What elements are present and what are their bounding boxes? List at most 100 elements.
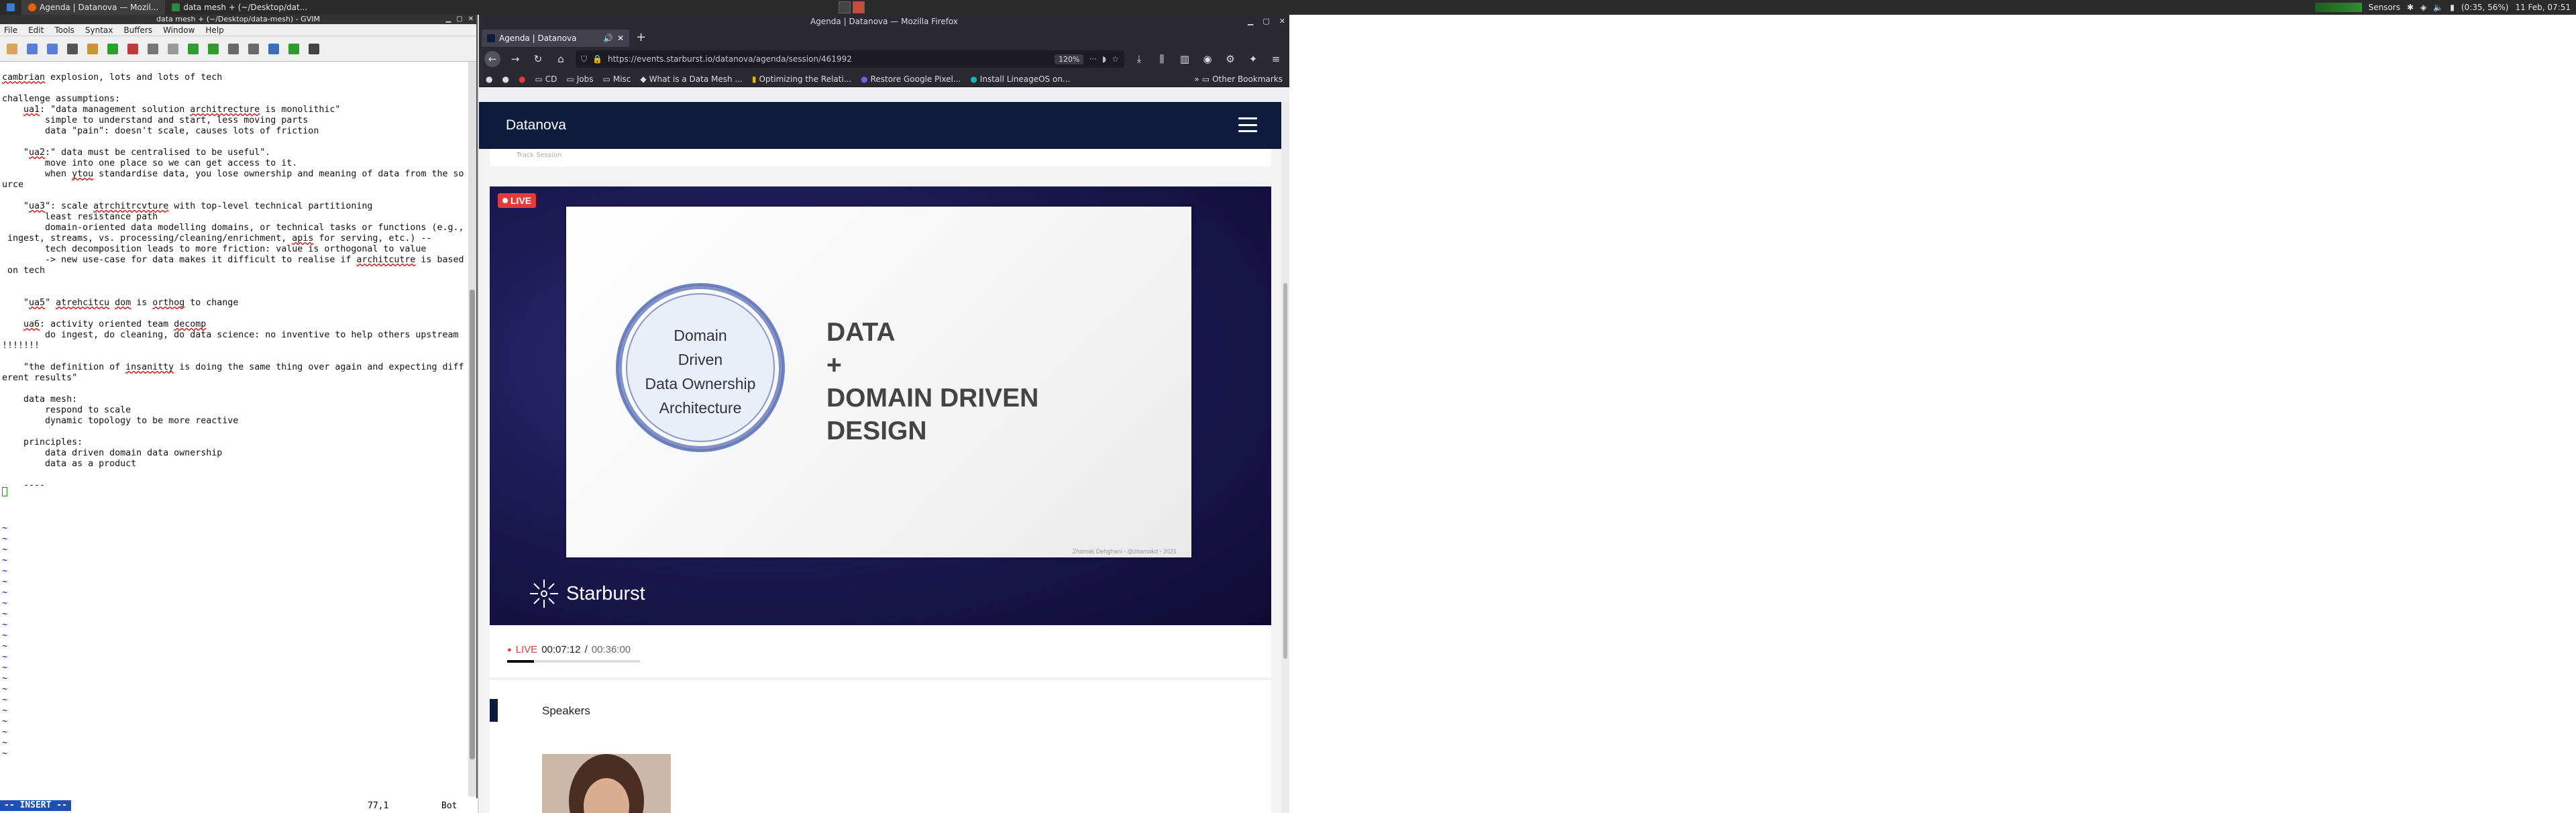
close-icon[interactable]: ✕: [1279, 15, 1285, 28]
browser-tab-active[interactable]: Agenda | Datanova 🔊 ✕: [482, 30, 629, 47]
copy-icon[interactable]: [148, 43, 158, 54]
save-all-icon[interactable]: [47, 43, 58, 54]
open-icon[interactable]: [7, 43, 17, 54]
volume-icon[interactable]: 🔈: [2433, 3, 2443, 12]
bookmark-folder-misc[interactable]: ▭ Misc: [603, 74, 631, 84]
bookmark-pixel[interactable]: ● Restore Google Pixel...: [861, 74, 961, 84]
minimize-icon[interactable]: ▁: [1248, 15, 1253, 28]
menu-tools[interactable]: Tools: [54, 25, 74, 35]
editor-scrollbar[interactable]: [468, 62, 476, 796]
run-ctags-icon[interactable]: [288, 43, 299, 54]
cut-icon[interactable]: [127, 43, 138, 54]
sidebar-icon[interactable]: ▥: [1177, 51, 1193, 67]
bookmark-icon-2[interactable]: ●: [502, 74, 508, 84]
workspace-switcher[interactable]: [839, 1, 865, 13]
maximize-icon[interactable]: ▢: [1263, 15, 1269, 28]
speakers-section: Speakers: [490, 680, 1271, 813]
shield-icon[interactable]: ⛉: [581, 54, 587, 64]
editor-line: ----: [2, 480, 46, 490]
menu-help[interactable]: Help: [205, 25, 223, 35]
battery-icon[interactable]: ▮: [2450, 3, 2455, 12]
extension-icon[interactable]: ⚙: [1222, 51, 1238, 67]
lock-icon[interactable]: 🔒: [592, 54, 602, 64]
other-bookmarks[interactable]: » ▭ Other Bookmarks: [1194, 74, 1283, 84]
save-icon[interactable]: [27, 43, 38, 54]
editor-line: least resistance path: [2, 212, 158, 222]
menu-buffers[interactable]: Buffers: [123, 25, 152, 35]
editor-line: when ytou standardise data, you lose own…: [2, 169, 464, 179]
scrollbar-thumb[interactable]: [1283, 283, 1287, 659]
account-icon[interactable]: ◉: [1199, 51, 1216, 67]
new-tab-button[interactable]: +: [629, 30, 653, 47]
redo-icon[interactable]: [107, 43, 118, 54]
firefox-titlebar[interactable]: Agenda | Datanova — Mozilla Firefox ▁ ▢ …: [479, 15, 1289, 28]
site-logo[interactable]: Datanova: [506, 117, 566, 133]
bluetooth-icon[interactable]: ✱: [2407, 3, 2414, 12]
app-menu-icon[interactable]: ≡: [1268, 51, 1284, 67]
gvim-titlebar[interactable]: data mesh + (~/Desktop/data-mesh) - GVIM…: [0, 15, 476, 24]
downloads-icon[interactable]: ⤓: [1131, 51, 1147, 67]
gvim-toolbar: [0, 36, 476, 62]
workspace-1[interactable]: [839, 1, 851, 13]
back-button[interactable]: ←: [484, 51, 500, 67]
taskbar-item-firefox[interactable]: Agenda | Datanova — Mozil...: [21, 0, 166, 15]
find-next-icon[interactable]: [188, 43, 199, 54]
playback-progress[interactable]: [507, 660, 640, 663]
chevron-right-icon[interactable]: »: [1194, 74, 1199, 84]
editor-line: move into one place so we can get access…: [2, 158, 298, 168]
menu-edit[interactable]: Edit: [28, 25, 44, 35]
help-icon[interactable]: [309, 43, 319, 54]
bookmark-folder-jobs[interactable]: ▭ Jobs: [566, 74, 593, 84]
bookmark-lineageos[interactable]: ● Install LineageOS on...: [970, 74, 1070, 84]
close-icon[interactable]: ✕: [468, 15, 474, 24]
taskbar-item-gvim[interactable]: data mesh + (~/Desktop/dat...: [165, 0, 314, 15]
extensions-puzzle-icon[interactable]: ✦: [1245, 51, 1261, 67]
menu-file[interactable]: File: [4, 25, 17, 35]
menu-syntax[interactable]: Syntax: [85, 25, 113, 35]
workspace-2[interactable]: [853, 1, 865, 13]
hamburger-menu-icon[interactable]: [1238, 117, 1257, 132]
reload-button[interactable]: ↻: [530, 51, 546, 67]
bookmark-icon-1[interactable]: ●: [486, 74, 492, 84]
clock[interactable]: 11 Feb, 07:51: [2515, 3, 2571, 12]
save-session-icon[interactable]: [248, 43, 259, 54]
editor-line: data "pain": doesn't scale, causes lots …: [2, 126, 319, 136]
url-text[interactable]: https://events.starburst.io/datanova/age…: [608, 54, 1049, 64]
home-button[interactable]: ⌂: [553, 51, 569, 67]
minimize-icon[interactable]: ▁: [445, 15, 451, 24]
maximize-icon[interactable]: ▢: [456, 15, 462, 24]
bookmark-star-icon[interactable]: ☆: [1112, 54, 1119, 64]
pocket-icon[interactable]: ◗: [1102, 54, 1106, 64]
video-player[interactable]: LIVE Domain Driven Data Ownership Archit…: [490, 186, 1271, 625]
page-scrollbar[interactable]: [1281, 102, 1289, 813]
sensors-label[interactable]: Sensors: [2369, 3, 2400, 12]
forward-button[interactable]: →: [507, 51, 523, 67]
bookmark-folder-cd[interactable]: ▭ CD: [535, 74, 557, 84]
speaker-avatar[interactable]: [542, 754, 671, 813]
undo-icon[interactable]: [87, 43, 98, 54]
menu-window[interactable]: Window: [163, 25, 195, 35]
menu-launcher[interactable]: [0, 0, 21, 15]
bookmark-icon-3[interactable]: ●: [519, 74, 525, 84]
zoom-indicator[interactable]: 120%: [1055, 54, 1084, 64]
scrollbar-thumb[interactable]: [470, 290, 475, 759]
library-icon[interactable]: ⫼: [1154, 51, 1170, 67]
url-bar[interactable]: ⛉ 🔒 https://events.starburst.io/datanova…: [576, 50, 1124, 68]
page-actions-icon[interactable]: ···: [1089, 54, 1096, 64]
text-editor[interactable]: cambrian explosion, lots and lots of tec…: [0, 62, 470, 796]
network-icon[interactable]: ◈: [2420, 3, 2426, 12]
print-icon[interactable]: [67, 43, 78, 54]
paste-icon[interactable]: [168, 43, 178, 54]
bookmark-data-mesh[interactable]: ◆ What is a Data Mesh ...: [640, 74, 742, 84]
load-session-icon[interactable]: [228, 43, 239, 54]
make-icon[interactable]: [268, 43, 279, 54]
tab-close-icon[interactable]: ✕: [617, 34, 624, 43]
circle-line-3: Data Ownership: [645, 375, 756, 392]
bookmark-label: Misc: [612, 74, 631, 84]
bookmark-optimizing[interactable]: ▮ Optimizing the Relati...: [752, 74, 851, 84]
tab-strip: Agenda | Datanova 🔊 ✕ +: [479, 28, 1289, 47]
taskbar-item-label: Agenda | Datanova — Mozil...: [40, 3, 159, 12]
speaker-icon[interactable]: 🔊: [603, 34, 613, 43]
find-prev-icon[interactable]: [208, 43, 219, 54]
app-menu-icon: [7, 3, 15, 11]
